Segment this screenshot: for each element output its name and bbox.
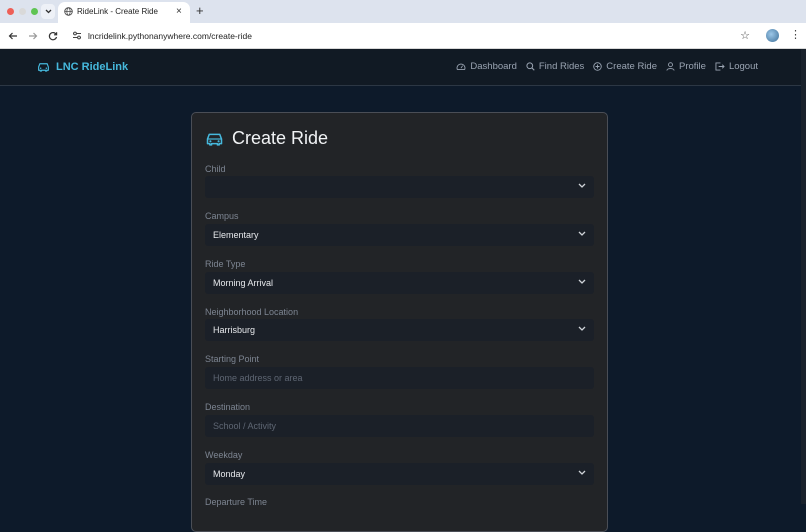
starting-point-input[interactable]: Home address or area bbox=[205, 367, 594, 389]
car-icon bbox=[38, 63, 49, 72]
nav-logout-label: Logout bbox=[728, 61, 758, 72]
user-icon bbox=[666, 62, 675, 71]
chevron-down-icon bbox=[578, 183, 586, 188]
browser-profile-avatar[interactable] bbox=[766, 29, 779, 42]
neighborhood-label: Neighborhood Location bbox=[205, 307, 299, 317]
destination-placeholder: School / Activity bbox=[213, 421, 277, 431]
tab-close-icon[interactable]: × bbox=[176, 6, 182, 18]
nav-profile[interactable]: Profile bbox=[666, 61, 706, 72]
child-select[interactable] bbox=[205, 176, 594, 198]
reload-button[interactable] bbox=[46, 29, 60, 43]
page-title: Create Ride bbox=[232, 128, 329, 148]
campus-select[interactable]: Elementary bbox=[205, 224, 594, 246]
nav-logout[interactable]: Logout bbox=[715, 61, 758, 72]
window-close-dot[interactable] bbox=[7, 8, 14, 15]
nav-dashboard[interactable]: Dashboard bbox=[456, 61, 517, 72]
browser-toolbar: lncridelink.pythonanywhere.com/create-ri… bbox=[0, 23, 806, 49]
neighborhood-select-value: Harrisburg bbox=[213, 325, 256, 335]
neighborhood-select[interactable]: Harrisburg bbox=[205, 319, 594, 341]
chevron-down-icon bbox=[578, 326, 586, 331]
nav-create-ride[interactable]: Create Ride bbox=[593, 61, 657, 72]
card-header: Create Ride bbox=[205, 128, 328, 149]
chevron-down-icon bbox=[578, 279, 586, 284]
child-label: Child bbox=[205, 164, 226, 174]
campus-select-value: Elementary bbox=[213, 230, 259, 240]
brand-name: LNC RideLink bbox=[56, 61, 129, 73]
nav-create-ride-label: Create Ride bbox=[606, 61, 657, 72]
bookmark-star-icon[interactable]: ☆ bbox=[740, 29, 750, 42]
window-zoom-dot[interactable] bbox=[31, 8, 38, 15]
plus-circle-icon bbox=[593, 62, 603, 71]
starting-point-label: Starting Point bbox=[205, 354, 260, 364]
nav-dashboard-label: Dashboard bbox=[470, 61, 517, 72]
new-tab-button[interactable]: + bbox=[196, 4, 204, 18]
weekday-select-value: Monday bbox=[213, 469, 246, 479]
window-minimize-dot[interactable] bbox=[19, 8, 26, 15]
search-icon bbox=[526, 62, 535, 71]
speedometer-icon bbox=[456, 63, 466, 70]
reload-icon bbox=[48, 32, 58, 41]
campus-label: Campus bbox=[205, 211, 239, 221]
destination-input[interactable]: School / Activity bbox=[205, 415, 594, 437]
browser-tab-active[interactable]: RideLink - Create Ride × bbox=[58, 2, 190, 23]
weekday-label: Weekday bbox=[205, 450, 243, 460]
chevron-down-icon bbox=[578, 231, 586, 236]
nav-find-rides-label: Find Rides bbox=[538, 61, 585, 72]
chevron-down-icon bbox=[45, 9, 51, 14]
site-settings-icon bbox=[73, 31, 81, 40]
browser-menu-icon[interactable]: ⋮ bbox=[790, 28, 801, 42]
tab-title: RideLink - Create Ride bbox=[77, 7, 158, 16]
globe-icon bbox=[64, 7, 73, 16]
ride-type-label: Ride Type bbox=[205, 259, 246, 269]
chevron-down-icon bbox=[578, 470, 586, 475]
starting-point-placeholder: Home address or area bbox=[213, 373, 303, 383]
create-ride-card: Create Ride Child Campus Elementary Ride… bbox=[191, 112, 608, 532]
arrow-right-icon bbox=[29, 32, 38, 40]
app-navbar: LNC RideLink Dashboard Find Rides Create… bbox=[0, 49, 806, 86]
logout-icon bbox=[715, 62, 725, 71]
page-scrollbar[interactable] bbox=[801, 49, 806, 504]
nav-profile-label: Profile bbox=[679, 61, 706, 72]
ride-type-select-value: Morning Arrival bbox=[213, 278, 274, 288]
back-button[interactable] bbox=[6, 29, 20, 43]
car-icon bbox=[206, 133, 223, 146]
browser-tab-strip: RideLink - Create Ride × + bbox=[0, 0, 806, 23]
forward-button[interactable] bbox=[26, 29, 40, 43]
ride-type-select[interactable]: Morning Arrival bbox=[205, 272, 594, 294]
destination-label: Destination bbox=[205, 402, 251, 412]
url-text: lncridelink.pythonanywhere.com/create-ri… bbox=[88, 31, 252, 41]
nav-links: Dashboard Find Rides Create Ride Profile… bbox=[456, 61, 758, 72]
address-bar[interactable]: lncridelink.pythonanywhere.com/create-ri… bbox=[66, 26, 758, 46]
arrow-left-icon bbox=[8, 32, 17, 40]
weekday-select[interactable]: Monday bbox=[205, 463, 594, 485]
nav-find-rides[interactable]: Find Rides bbox=[526, 61, 584, 72]
departure-time-label: Departure Time bbox=[205, 497, 268, 507]
tab-search-button[interactable] bbox=[41, 4, 55, 19]
brand-link[interactable]: LNC RideLink bbox=[37, 61, 128, 73]
